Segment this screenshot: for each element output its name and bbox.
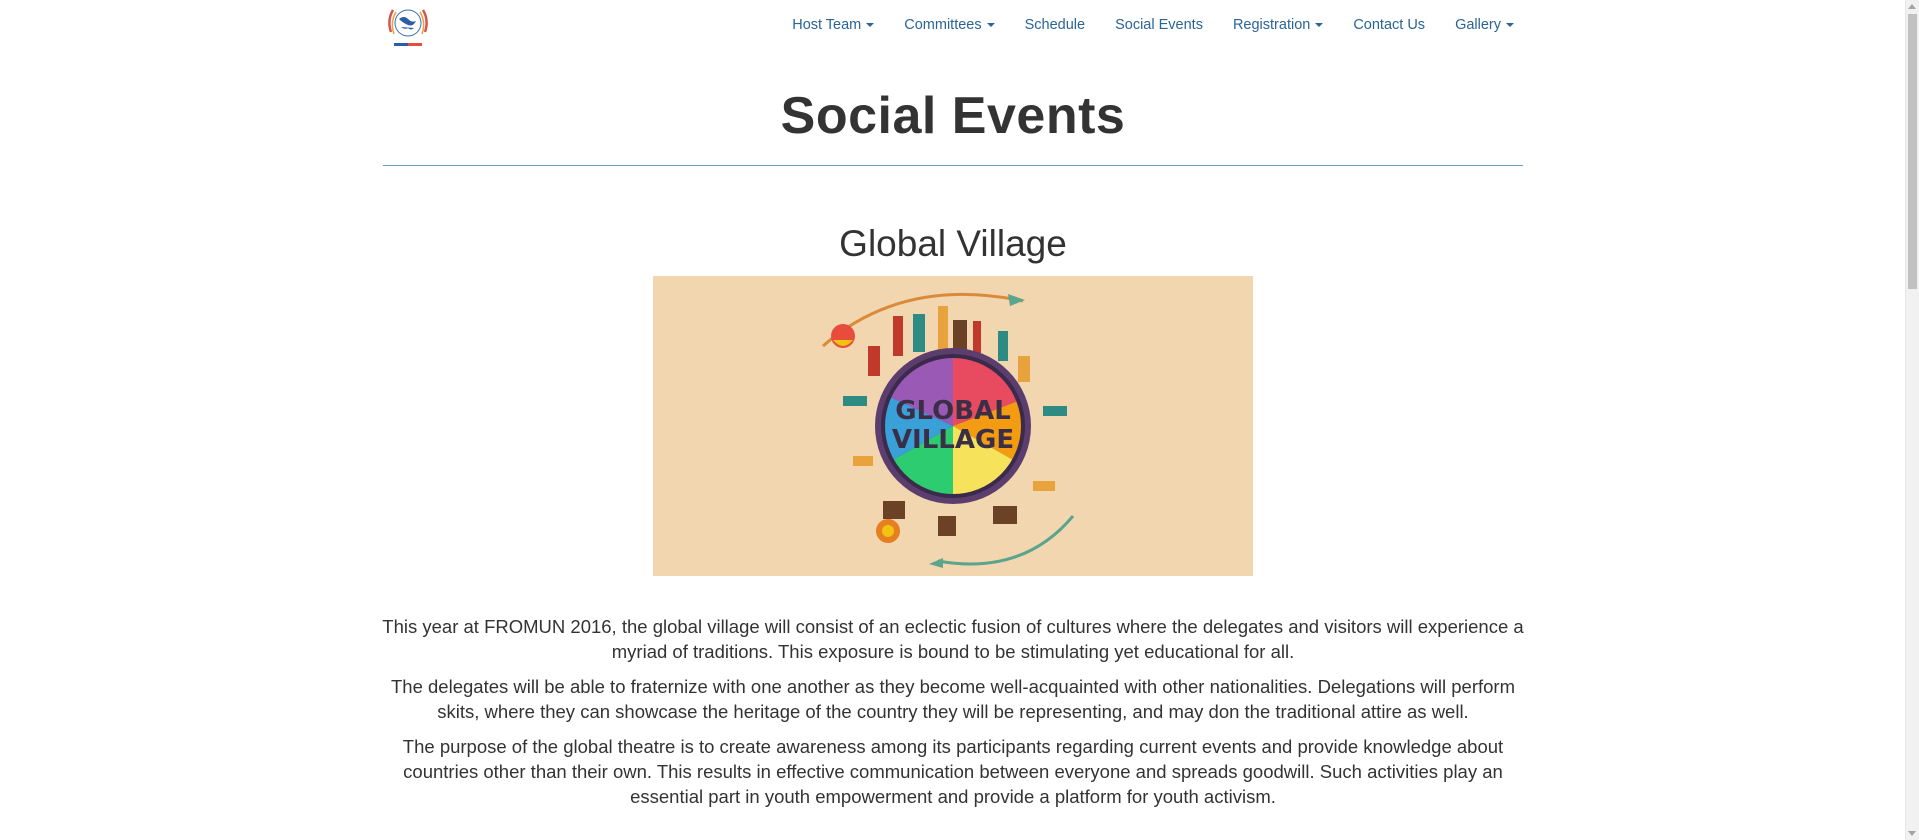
un-emblem-icon xyxy=(388,9,428,46)
event-description: This year at FROMUN 2016, the global vil… xyxy=(378,614,1528,819)
caret-down-icon xyxy=(866,23,875,27)
section-title: Global Village xyxy=(839,223,1067,264)
image-text-village: VILLAGE xyxy=(892,425,1014,455)
nav-gallery[interactable]: Gallery xyxy=(1440,0,1529,50)
paragraph: This year at FROMUN 2016, the global vil… xyxy=(382,616,1524,662)
nav-social-events[interactable]: Social Events xyxy=(1100,0,1218,50)
site-logo[interactable] xyxy=(383,2,433,50)
global-village-illustration: GLOBAL VILLAGE xyxy=(822,292,1075,568)
caret-down-icon xyxy=(1506,23,1514,27)
scroll-down-icon[interactable] xyxy=(1908,831,1916,836)
nav-committees[interactable]: Committees xyxy=(889,0,1009,50)
scrollbar-thumb[interactable] xyxy=(1908,14,1917,289)
global-village-image: GLOBAL VILLAGE xyxy=(653,276,1253,576)
main-nav: Host Team Committees Schedule Social Eve… xyxy=(777,0,1529,50)
caret-down-icon xyxy=(1315,23,1324,27)
page-title: Social Events xyxy=(780,87,1126,145)
navbar: Host Team Committees Schedule Social Eve… xyxy=(0,0,1906,50)
title-divider xyxy=(383,165,1523,166)
paragraph: The purpose of the global theatre is to … xyxy=(402,736,1504,807)
nav-schedule[interactable]: Schedule xyxy=(1010,0,1100,50)
image-text-global: GLOBAL xyxy=(895,396,1011,426)
nav-contact-us[interactable]: Contact Us xyxy=(1338,0,1440,50)
nav-registration[interactable]: Registration xyxy=(1218,0,1338,50)
scroll-up-icon[interactable] xyxy=(1908,4,1916,9)
vertical-scrollbar[interactable] xyxy=(1905,0,1919,840)
caret-down-icon xyxy=(986,23,995,27)
nav-host-team[interactable]: Host Team xyxy=(777,0,889,50)
paragraph: The delegates will be able to fraternize… xyxy=(391,676,1515,722)
